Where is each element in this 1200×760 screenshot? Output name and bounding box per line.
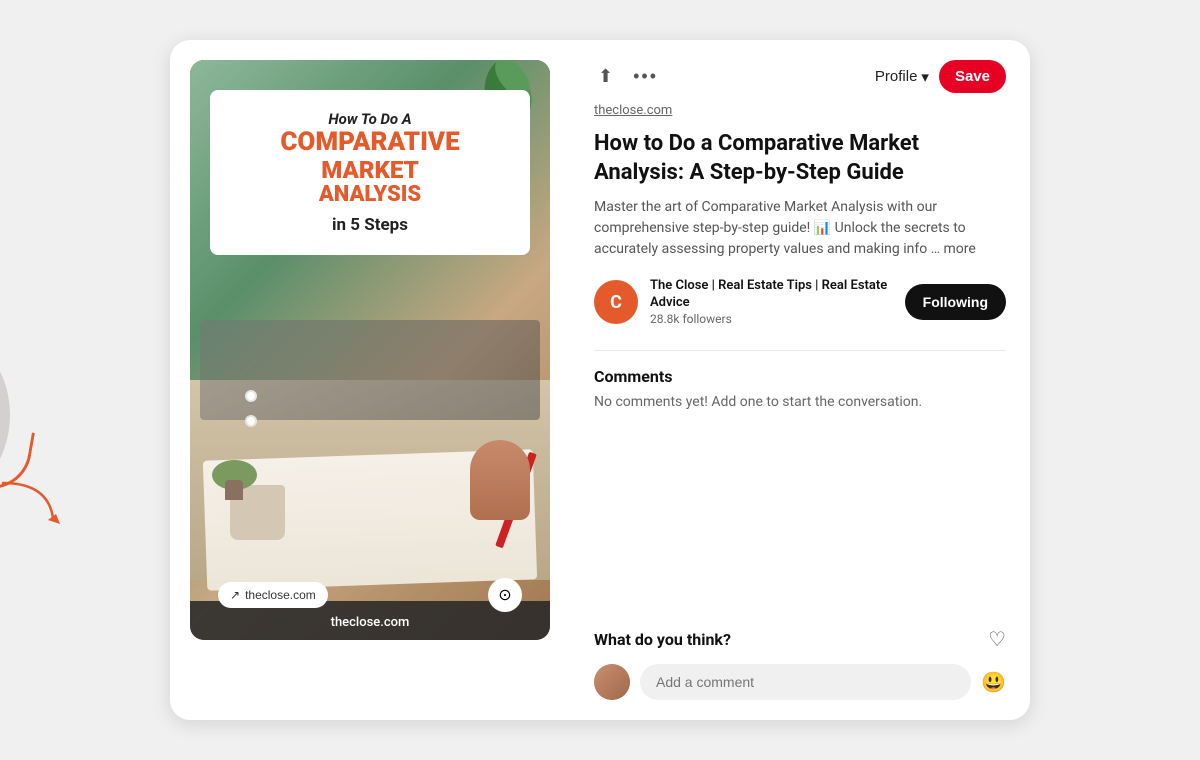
chevron-down-icon: ▾ [921,68,929,86]
share-icon: ⬆ [598,66,613,86]
share-button[interactable]: ⬆ [594,62,617,91]
creator-avatar-letter: C [610,292,622,313]
pin-lens-button[interactable]: ⊙ [488,578,522,612]
pin-description: Master the art of Comparative Market Ana… [594,197,1006,260]
save-button[interactable]: Save [939,60,1006,93]
following-button[interactable]: Following [905,284,1006,320]
source-link[interactable]: theclose.com [594,103,1006,118]
pin-link-button[interactable]: ↗ theclose.com [218,582,328,608]
creator-avatar: C [594,280,638,324]
creator-info: C The Close | Real Estate Tips | Real Es… [594,278,905,326]
pin-card-title2: MARKET [230,157,510,183]
pin-card-title3: ANALYSIS [230,183,510,207]
profile-dropdown-button[interactable]: Profile ▾ [875,68,929,86]
small-plant-decoration [212,460,257,500]
detail-panel: ⬆ ••• Profile ▾ Save theclose.com How [570,40,1030,720]
divider [594,350,1006,351]
detail-actions-left: ⬆ ••• [594,62,662,91]
pin-card-steps: in 5 Steps [230,215,510,235]
reaction-label: What do you think? [594,630,731,649]
detail-topbar: ⬆ ••• Profile ▾ Save [594,60,1006,93]
pin-panel: How To Do A COMPARATIVE MARKET ANALYSIS … [170,40,570,720]
creator-name: The Close | Real Estate Tips | Real Esta… [650,278,905,312]
pin-bottom-url-text: theclose.com [331,615,410,630]
comment-input-row: 😃 [594,664,1006,700]
comment-input[interactable] [640,664,971,700]
hand-decoration [470,440,530,520]
description-text: Master the art of Comparative Market Ana… [594,199,966,257]
pin-image-bg: How To Do A COMPARATIVE MARKET ANALYSIS … [190,60,550,640]
creator-row: C The Close | Real Estate Tips | Real Es… [594,278,1006,326]
pin-card: How To Do A COMPARATIVE MARKET ANALYSIS … [210,90,530,255]
heart-button[interactable]: ♡ [988,627,1006,652]
comments-title: Comments [594,367,1006,386]
annotation-arrow-icon [0,478,68,528]
pin-dot-1 [245,390,257,402]
no-comments-text: No comments yet! Add one to start the co… [594,394,1006,410]
comments-section: Comments No comments yet! Add one to sta… [594,367,1006,497]
pin-card-how: How To Do A [230,110,510,128]
more-icon: ••• [633,66,658,86]
link-arrow-icon: ↗ [230,588,240,602]
pin-image-container: How To Do A COMPARATIVE MARKET ANALYSIS … [190,60,550,640]
detail-actions-right: Profile ▾ Save [875,60,1006,93]
spacer [594,497,1006,627]
creator-text: The Close | Real Estate Tips | Real Esta… [650,278,905,326]
pin-title: How to Do a Comparative Market Analysis:… [594,130,1006,187]
emoji-button[interactable]: 😃 [981,670,1006,695]
lens-icon: ⊙ [498,585,511,605]
reaction-row: What do you think? ♡ [594,627,1006,652]
pin-link-url: theclose.com [245,588,316,602]
pin-bottom-controls: ↗ theclose.com ⊙ [190,578,550,612]
description-truncated: … more [931,241,976,257]
pin-dot-2 [245,415,257,427]
laptop-decoration [200,320,540,420]
profile-label: Profile [875,68,918,85]
annotation-bubble: Include a CTA which can be a URL to a la… [0,330,10,500]
pin-card-title1: COMPARATIVE [230,128,510,157]
more-options-button[interactable]: ••• [629,62,662,91]
pin-detail-modal: How To Do A COMPARATIVE MARKET ANALYSIS … [170,40,1030,720]
commenter-avatar [594,664,630,700]
creator-followers: 28.8k followers [650,312,905,326]
